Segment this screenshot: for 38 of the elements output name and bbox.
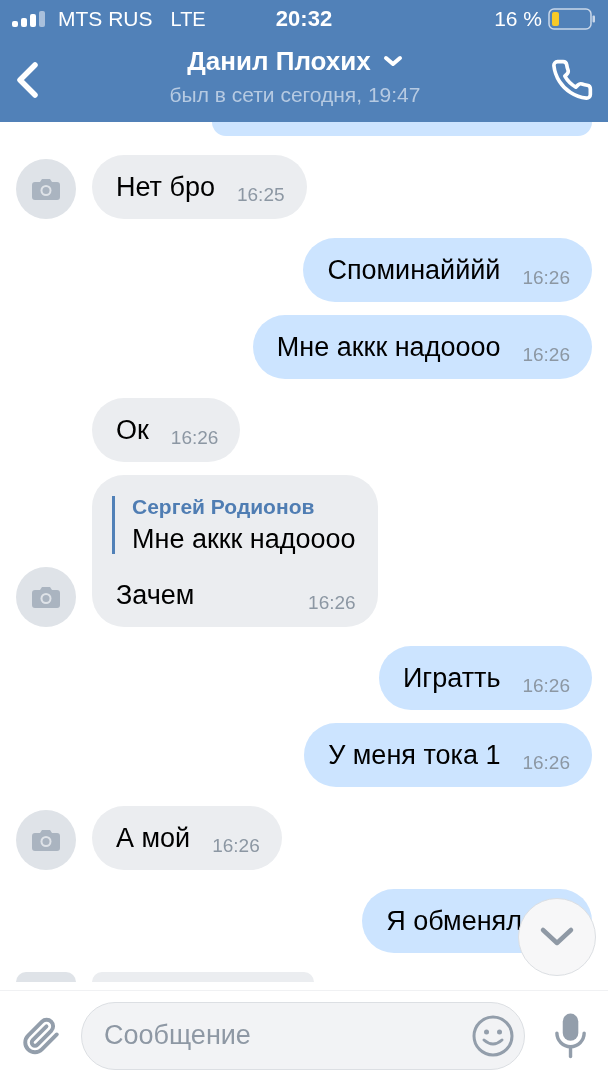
chevron-down-icon[interactable] xyxy=(382,55,403,67)
back-icon[interactable] xyxy=(14,61,40,99)
message-text: Игратть xyxy=(402,663,501,693)
message-text: Ок xyxy=(116,415,149,445)
message-time: 16:26 xyxy=(308,592,356,614)
contact-name[interactable]: Данил Плохих xyxy=(187,45,371,77)
avatar[interactable] xyxy=(16,567,76,627)
message-time: 16:26 xyxy=(522,267,570,289)
battery-percent: 16 % xyxy=(494,7,542,31)
avatar[interactable] xyxy=(16,159,76,219)
message-field[interactable]: Сообщение xyxy=(80,1001,525,1070)
network-type: LTE xyxy=(170,7,206,31)
quoted-text: Мне аккк надоооо xyxy=(132,524,356,554)
avatar[interactable] xyxy=(16,810,76,870)
message-text: Нет бро xyxy=(116,172,215,202)
message-text: Зачем xyxy=(116,580,195,610)
message-text: Мне аккк надоооо xyxy=(276,332,501,362)
phone-icon[interactable] xyxy=(550,58,594,102)
camera-icon xyxy=(31,177,61,201)
reply-author: Сергей Родионов xyxy=(132,496,316,518)
emoji-icon[interactable] xyxy=(470,1013,515,1058)
camera-icon xyxy=(31,828,61,852)
message-time: 16:26 xyxy=(170,427,219,449)
chevron-down-icon xyxy=(539,926,575,948)
message-text: Споминайййй xyxy=(327,255,501,285)
message-time: 16:26 xyxy=(522,675,570,697)
message-time: 16:25 xyxy=(237,184,285,206)
message-time: 16:26 xyxy=(522,752,570,774)
message-time: 16:26 xyxy=(522,344,570,366)
message-text: А мой xyxy=(116,823,191,853)
clock-time: 20:32 xyxy=(275,6,333,31)
carrier-name: MTS RUS xyxy=(58,7,153,31)
message-text: Я обменял xyxy=(386,906,522,936)
camera-icon xyxy=(31,585,61,609)
message-time: 16:26 xyxy=(212,835,260,857)
battery-icon xyxy=(548,8,596,30)
last-seen-status: был в сети сегодня, 19:47 xyxy=(169,82,421,107)
message-text: У меня тока 1 xyxy=(328,740,501,770)
